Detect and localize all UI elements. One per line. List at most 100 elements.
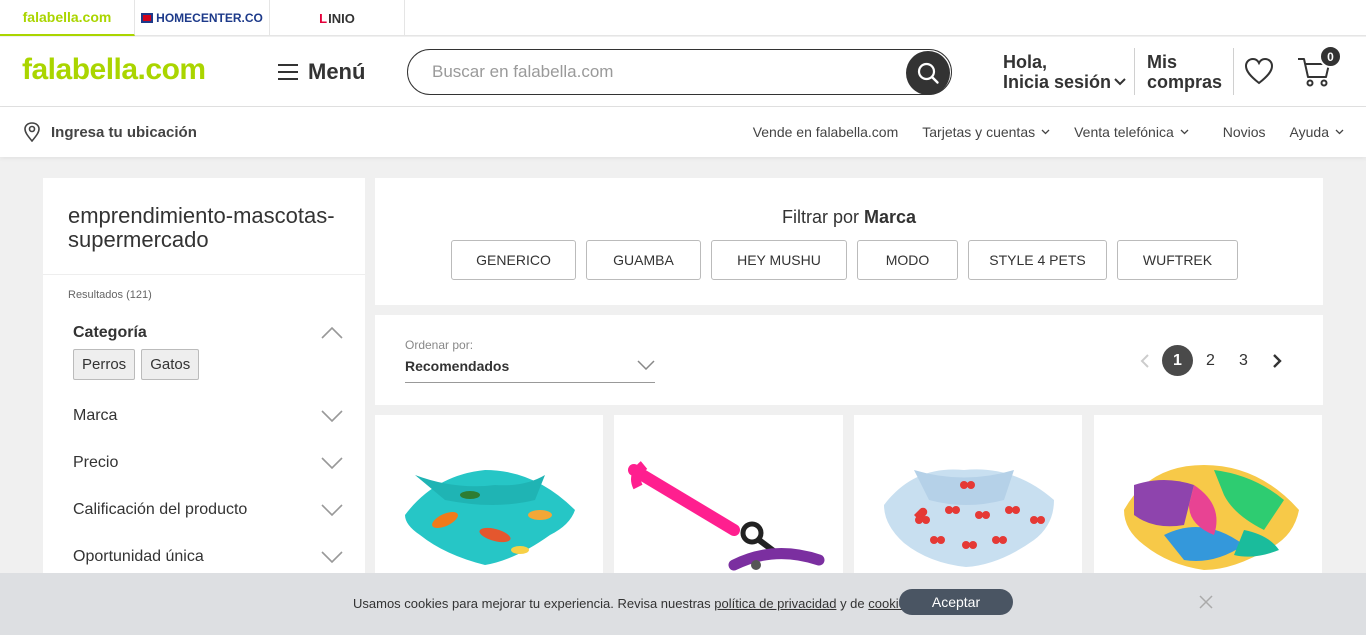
chevron-up-icon <box>321 327 343 339</box>
falabella-tab-label: falabella.com <box>22 9 112 25</box>
sell-link[interactable]: Vende en falabella.com <box>753 124 899 140</box>
location-label: Ingresa tu ubicación <box>51 123 197 141</box>
product-image <box>1124 465 1299 570</box>
chevron-down-icon <box>1180 129 1189 135</box>
accept-cookies-button[interactable]: Aceptar <box>899 589 1013 615</box>
orders-line2: compras <box>1147 72 1223 92</box>
product-image <box>884 469 1054 567</box>
product-card[interactable] <box>614 415 843 585</box>
brand-button-modo[interactable]: MODO <box>857 240 958 280</box>
help-label: Ayuda <box>1289 124 1329 140</box>
greeting-line1: Hola, <box>1003 52 1048 72</box>
brand-button-wuftrek[interactable]: WUFTREK <box>1117 240 1238 280</box>
product-image <box>405 470 575 565</box>
brand-filter-panel: Filtrar por Marca GENERICO GUAMBA HEY MU… <box>375 178 1323 305</box>
chevron-down-icon <box>1335 129 1344 135</box>
linio-tab[interactable]: L INIO <box>270 0 405 36</box>
product-card[interactable] <box>375 415 603 585</box>
cart-count-badge: 0 <box>1319 45 1342 68</box>
facet-brand[interactable]: Marca <box>73 407 343 425</box>
privacy-policy-link[interactable]: política de privacidad <box>714 596 836 611</box>
next-page-button[interactable] <box>1261 345 1292 376</box>
brand-button-guamba[interactable]: GUAMBA <box>586 240 701 280</box>
facet-rating[interactable]: Calificación del producto <box>73 501 343 519</box>
help-link[interactable]: Ayuda <box>1290 124 1344 140</box>
brand-button-generico[interactable]: GENERICO <box>451 240 576 280</box>
novios-label: Novios <box>1222 124 1266 140</box>
page-button-2[interactable]: 2 <box>1195 345 1226 376</box>
page-button-3[interactable]: 3 <box>1228 345 1259 376</box>
page-title: emprendimiento-mascotas-supermercado <box>43 178 365 275</box>
linio-tab-label: INIO <box>328 10 355 26</box>
location-bar: Ingresa tu ubicación Vende en falabella.… <box>0 107 1366 157</box>
brand-bar: falabella.com HOMECENTER.CO L INIO <box>0 0 1366 36</box>
chevron-left-icon <box>1140 353 1149 368</box>
facet-opportunity-label: Oportunidad única <box>73 548 204 565</box>
orders-line1: Mis <box>1147 52 1178 72</box>
brand-filter-bold: Marca <box>864 207 917 227</box>
chevron-down-icon <box>321 551 343 563</box>
search-input[interactable] <box>432 62 892 82</box>
chevron-down-icon <box>1114 78 1126 86</box>
heart-icon <box>1244 57 1274 85</box>
brand-filter-title: Filtrar por Marca <box>375 207 1323 228</box>
phone-sales-label: Venta telefónica <box>1074 124 1174 140</box>
menu-label: Menú <box>308 59 366 84</box>
facet-opportunity[interactable]: Oportunidad única <box>73 548 343 566</box>
phone-sales-link[interactable]: Venta telefónica <box>1074 124 1189 140</box>
cookie-text-middle: y de <box>840 596 865 611</box>
sort-dropdown[interactable]: Ordenar por: Recomendados <box>405 338 655 383</box>
falabella-tab[interactable]: falabella.com <box>0 0 135 36</box>
facet-brand-label: Marca <box>73 407 118 424</box>
greeting-line2: Inicia sesión <box>1003 72 1112 92</box>
sort-value: Recomendados <box>405 358 510 374</box>
close-cookie-banner-button[interactable] <box>1198 594 1214 615</box>
product-card[interactable] <box>854 415 1082 585</box>
facet-category[interactable]: Categoría <box>73 324 343 342</box>
homecenter-logo-icon <box>141 13 154 23</box>
sell-link-label: Vende en falabella.com <box>752 124 899 140</box>
login-menu[interactable]: Hola, Inicia sesión <box>1003 52 1126 92</box>
cookie-text: Usamos cookies para mejorar tu experienc… <box>353 596 916 611</box>
chevron-down-icon <box>321 457 343 469</box>
facet-price[interactable]: Precio <box>73 454 343 472</box>
cookie-text-before: Usamos cookies para mejorar tu experienc… <box>353 596 711 611</box>
top-links: Vende en falabella.com Tarjetas y cuenta… <box>729 124 1344 140</box>
pagination: 1 2 3 <box>1129 345 1294 376</box>
hamburger-icon <box>278 63 298 81</box>
close-icon <box>1199 595 1213 609</box>
falabella-logo[interactable]: falabella.com <box>22 53 206 87</box>
linio-logo-icon: L <box>319 10 328 26</box>
results-count: Resultados (121) <box>68 289 152 301</box>
sort-label: Ordenar por: <box>405 338 474 352</box>
menu-button[interactable]: Menú <box>278 59 365 85</box>
facet-category-label: Categoría <box>73 324 147 341</box>
wishlist-button[interactable] <box>1244 57 1274 90</box>
search-button[interactable] <box>906 51 950 95</box>
prev-page-button[interactable] <box>1129 345 1160 376</box>
brand-buttons: GENERICO GUAMBA HEY MUSHU MODO STYLE 4 P… <box>451 240 1248 280</box>
cards-accounts-link[interactable]: Tarjetas y cuentas <box>922 124 1050 140</box>
chip-gatos[interactable]: Gatos <box>141 349 200 380</box>
location-pin-icon <box>24 122 40 142</box>
brand-button-hey-mushu[interactable]: HEY MUSHU <box>711 240 847 280</box>
header-divider <box>1134 48 1135 95</box>
sort-bar: Ordenar por: Recomendados 1 2 3 <box>375 315 1323 405</box>
my-orders-link[interactable]: Mis compras <box>1147 52 1222 92</box>
brand-filter-prefix: Filtrar por <box>781 207 859 227</box>
location-selector[interactable]: Ingresa tu ubicación <box>23 122 197 142</box>
brand-button-style-4-pets[interactable]: STYLE 4 PETS <box>968 240 1107 280</box>
chevron-down-icon <box>1041 129 1050 135</box>
chip-perros[interactable]: Perros <box>73 349 136 380</box>
chevron-down-icon <box>321 410 343 422</box>
cookie-banner: Usamos cookies para mejorar tu experienc… <box>0 573 1366 635</box>
homecenter-tab[interactable]: HOMECENTER.CO <box>135 0 270 36</box>
product-image <box>628 461 825 571</box>
cards-accounts-label: Tarjetas y cuentas <box>922 124 1036 140</box>
search-icon <box>917 62 939 84</box>
product-card[interactable] <box>1094 415 1322 585</box>
chevron-down-icon <box>321 504 343 516</box>
novios-link[interactable]: Novios <box>1223 124 1266 140</box>
page-button-1[interactable]: 1 <box>1162 345 1193 376</box>
category-chips: Perros Gatos <box>73 349 205 380</box>
